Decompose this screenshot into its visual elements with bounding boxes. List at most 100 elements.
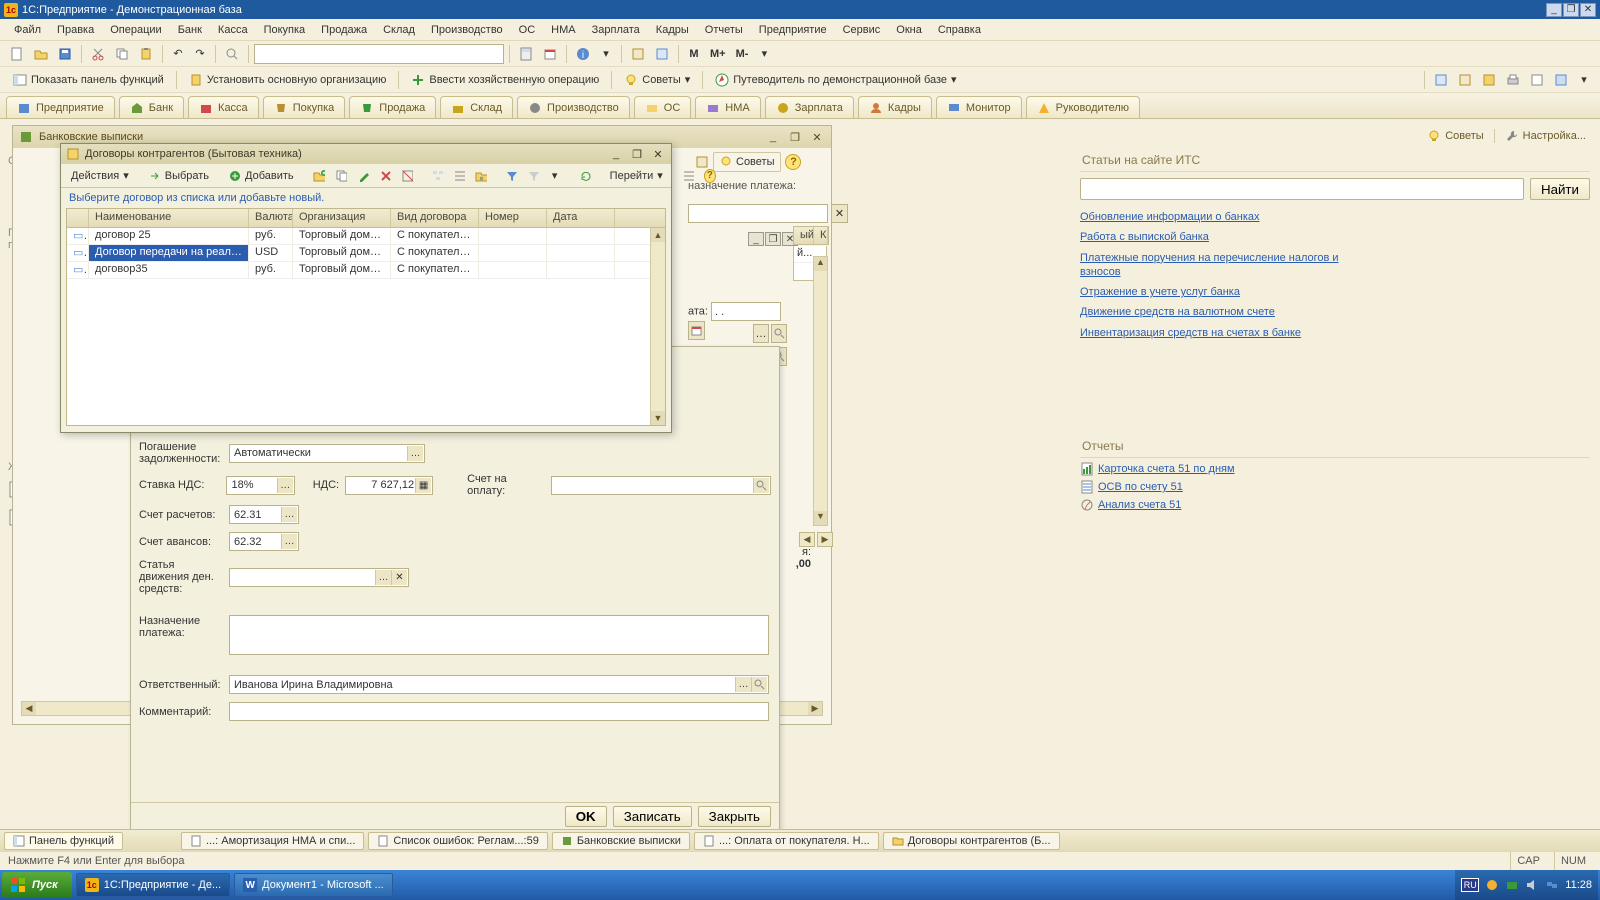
set-main-org-button[interactable]: Установить основную организацию xyxy=(182,69,394,91)
contracts-close[interactable]: ✕ xyxy=(650,147,666,161)
contracts-minimize[interactable]: _ xyxy=(608,147,624,161)
table-row[interactable]: ▭ договор35 руб. Торговый дом "Ко... С п… xyxy=(67,262,665,279)
invoice-search-button[interactable] xyxy=(753,478,769,493)
ok-button[interactable]: OK xyxy=(565,806,607,827)
tab-kassa[interactable]: Касса xyxy=(188,96,259,118)
bank-hscroll-left[interactable]: ◀ xyxy=(22,702,36,715)
contracts-hier-icon[interactable] xyxy=(427,166,447,186)
contracts-grid[interactable]: Наименование Валюта Организация Вид дого… xyxy=(66,208,666,426)
right-tool-6-icon[interactable] xyxy=(1550,70,1572,90)
memory-mplus-button[interactable]: M+ xyxy=(706,44,730,64)
right-tool-dropdown[interactable]: ▾ xyxy=(1574,70,1594,90)
its-search-button[interactable]: Найти xyxy=(1530,178,1590,200)
cashflow-item-input[interactable]: … ✕ xyxy=(229,568,409,587)
sub-maximize[interactable]: ❐ xyxy=(765,232,781,246)
right-tool-1-icon[interactable] xyxy=(1430,70,1452,90)
its-link-5[interactable]: Движение средств на валютном счете xyxy=(1080,305,1370,319)
advance-account-input[interactable]: 62.32 … xyxy=(229,532,299,551)
advance-account-select[interactable]: … xyxy=(281,534,297,549)
its-link-6[interactable]: Инвентаризация средств на счетах в банке xyxy=(1080,326,1370,340)
payment-purpose-textarea[interactable] xyxy=(229,615,769,655)
menu-sale[interactable]: Продажа xyxy=(313,21,375,39)
language-indicator[interactable]: RU xyxy=(1461,878,1479,892)
its-link-4[interactable]: Отражение в учете услуг банка xyxy=(1080,285,1370,299)
contracts-help-icon[interactable]: ? xyxy=(700,166,720,186)
undo-icon[interactable]: ↶ xyxy=(168,44,188,64)
sub-hscroll-left[interactable]: ◀ xyxy=(799,532,815,547)
wintab-payment[interactable]: ...: Оплата от покупателя. Н... xyxy=(694,832,879,850)
bank-panel-close[interactable]: ✕ xyxy=(809,130,825,144)
minimize-button[interactable]: _ xyxy=(1546,3,1562,17)
contracts-mark-delete-icon[interactable] xyxy=(375,166,395,186)
contracts-dialog-titlebar[interactable]: Договоры контрагентов (Бытовая техника) … xyxy=(61,144,671,164)
peek-date-input[interactable]: . . xyxy=(711,302,781,321)
its-link-3[interactable]: Платежные поручения на перечисление нало… xyxy=(1080,251,1370,280)
tips-dropdown-icon[interactable]: ▾ xyxy=(685,73,691,86)
peek-lookup-ellipsis-1[interactable]: … xyxy=(753,324,769,343)
tray-icon-2[interactable] xyxy=(1505,878,1519,892)
cashflow-item-select[interactable]: … xyxy=(375,570,391,585)
help-icon[interactable]: ? xyxy=(785,154,801,170)
new-document-icon[interactable] xyxy=(6,44,28,64)
responsible-input[interactable]: Иванова Ирина Владимировна … xyxy=(229,675,769,694)
start-button[interactable]: Пуск xyxy=(2,872,72,898)
contracts-toggle-icon[interactable] xyxy=(397,166,417,186)
debt-repayment-select-button[interactable]: … xyxy=(407,446,423,461)
close-button[interactable]: ✕ xyxy=(1580,3,1596,17)
guide-button[interactable]: Путеводитель по демонстрационной базе ▾ xyxy=(708,69,963,91)
contracts-col-currency[interactable]: Валюта xyxy=(249,209,293,227)
find-icon[interactable] xyxy=(221,44,243,64)
menu-purchase[interactable]: Покупка xyxy=(256,21,314,39)
cut-icon[interactable] xyxy=(87,44,109,64)
sub-scroll-up[interactable]: ▲ xyxy=(814,257,827,271)
copy-icon[interactable] xyxy=(111,44,133,64)
tab-enterprise[interactable]: Предприятие xyxy=(6,96,115,118)
contracts-col-icon[interactable] xyxy=(67,209,89,227)
tab-kadry[interactable]: Кадры xyxy=(858,96,932,118)
bank-tips-button[interactable]: Советы xyxy=(713,152,781,172)
tray-network-icon[interactable] xyxy=(1545,878,1559,892)
contracts-col-date[interactable]: Дата xyxy=(547,209,615,227)
menu-reports[interactable]: Отчеты xyxy=(697,21,751,39)
menu-service[interactable]: Сервис xyxy=(835,21,889,39)
its-link-1[interactable]: Обновление информации о банках xyxy=(1080,210,1370,224)
responsible-search[interactable] xyxy=(751,677,767,692)
report-link-1[interactable]: Карточка счета 51 по дням xyxy=(1080,462,1590,476)
peek-date-calendar-button[interactable] xyxy=(688,321,705,340)
save-button[interactable]: Записать xyxy=(613,806,692,827)
contracts-refresh-icon[interactable] xyxy=(575,166,595,186)
cashflow-item-clear[interactable]: ✕ xyxy=(391,570,407,585)
report-link-3[interactable]: Анализ счета 51 xyxy=(1080,498,1590,512)
bank-filter-clear-button[interactable]: ✕ xyxy=(831,204,848,223)
bank-hscroll-right[interactable]: ▶ xyxy=(808,702,822,715)
contracts-scroll-down[interactable]: ▼ xyxy=(651,411,665,425)
contracts-col-org[interactable]: Организация xyxy=(293,209,391,227)
sub-scrollbar[interactable]: ▲ ▼ xyxy=(813,256,828,526)
bank-panel-minimize[interactable]: _ xyxy=(765,130,781,144)
debt-repayment-input[interactable]: Автоматически … xyxy=(229,444,425,463)
tab-production[interactable]: Производство xyxy=(517,96,630,118)
menu-enterprise[interactable]: Предприятие xyxy=(751,21,835,39)
memory-m-button[interactable]: M xyxy=(684,44,704,64)
settlement-account-input[interactable]: 62.31 … xyxy=(229,505,299,524)
contracts-move-icon[interactable] xyxy=(471,166,491,186)
right-tool-2-icon[interactable] xyxy=(1454,70,1476,90)
memory-mminus-button[interactable]: M- xyxy=(732,44,753,64)
clock[interactable]: 11:28 xyxy=(1565,879,1592,891)
contracts-col-name[interactable]: Наименование xyxy=(89,209,249,227)
menu-windows[interactable]: Окна xyxy=(888,21,930,39)
sub-minimize[interactable]: _ xyxy=(748,232,764,246)
contracts-col-type[interactable]: Вид договора xyxy=(391,209,479,227)
tray-icon-1[interactable] xyxy=(1485,878,1499,892)
taskbar-app-1c[interactable]: 1c 1С:Предприятие - Де... xyxy=(76,873,230,897)
menu-file[interactable]: Файл xyxy=(6,21,49,39)
menu-production[interactable]: Производство xyxy=(423,21,511,39)
restore-button[interactable]: ❐ xyxy=(1563,3,1579,17)
contracts-add-button[interactable]: Добавить xyxy=(224,166,299,186)
memory-dropdown-icon[interactable]: ▾ xyxy=(754,44,774,64)
sub-scroll-down[interactable]: ▼ xyxy=(814,511,827,525)
contracts-add-folder-icon[interactable] xyxy=(309,166,329,186)
menu-salary[interactable]: Зарплата xyxy=(584,21,648,39)
invoice-input[interactable] xyxy=(551,476,771,495)
menu-os[interactable]: ОС xyxy=(511,21,544,39)
